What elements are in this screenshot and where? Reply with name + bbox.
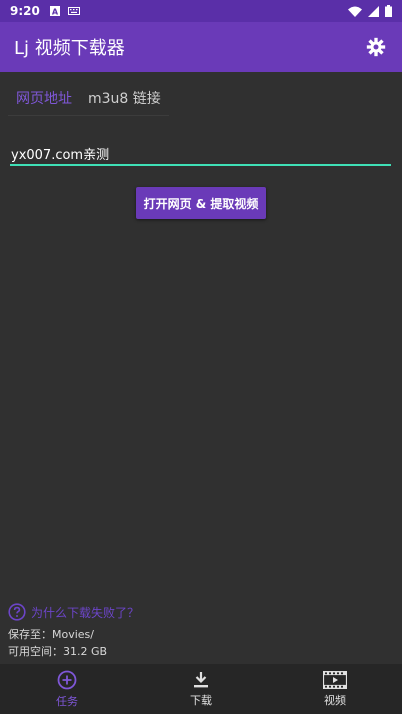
battery-icon [385, 5, 392, 17]
keyboard-icon [67, 7, 80, 15]
status-system-icons [348, 5, 392, 17]
status-bar: 9:20 A [0, 0, 402, 22]
free-space-label: 可用空间：31.2 GB [8, 645, 108, 658]
nav-downloads[interactable]: 下载 [134, 664, 268, 714]
settings-button[interactable] [364, 35, 388, 59]
help-link[interactable]: 为什么下载失败了？ [8, 603, 139, 621]
download-icon [194, 671, 208, 687]
tab-web-address[interactable]: 网页地址 [8, 80, 80, 116]
nav-tasks[interactable]: 任务 [0, 664, 134, 714]
tab-m3u8-link[interactable]: m3u8 链接 [80, 80, 169, 116]
app-bar: Lj 视频下载器 [0, 22, 402, 72]
tab-label: 网页地址 [16, 91, 72, 107]
question-circle-icon [8, 603, 26, 621]
signal-icon [368, 5, 379, 17]
nav-label: 下载 [190, 693, 212, 707]
tab-label: m3u8 链接 [88, 91, 161, 107]
nav-videos[interactable]: 视频 [268, 664, 402, 714]
nav-label: 视频 [324, 693, 346, 707]
a-notification-icon: A [49, 6, 60, 17]
status-notification-icons: A [49, 6, 80, 17]
status-time: 9:20 [10, 4, 40, 18]
save-path-label: 保存至：Movies/ [8, 628, 94, 641]
nav-label: 任务 [56, 694, 78, 708]
help-text: 为什么下载失败了？ [31, 605, 140, 620]
url-input[interactable] [10, 142, 391, 166]
bottom-navigation: 任务 下载 视频 [0, 664, 402, 714]
tab-bar: 网页地址 m3u8 链接 [8, 80, 169, 116]
plus-circle-icon [57, 670, 77, 689]
app-title: Lj 视频下载器 [14, 38, 125, 59]
open-and-extract-button[interactable]: 打开网页 & 提取视频 [136, 187, 266, 219]
film-icon [323, 670, 347, 689]
svg-text:A: A [52, 8, 59, 17]
gear-icon [366, 37, 386, 57]
wifi-icon [348, 6, 362, 17]
